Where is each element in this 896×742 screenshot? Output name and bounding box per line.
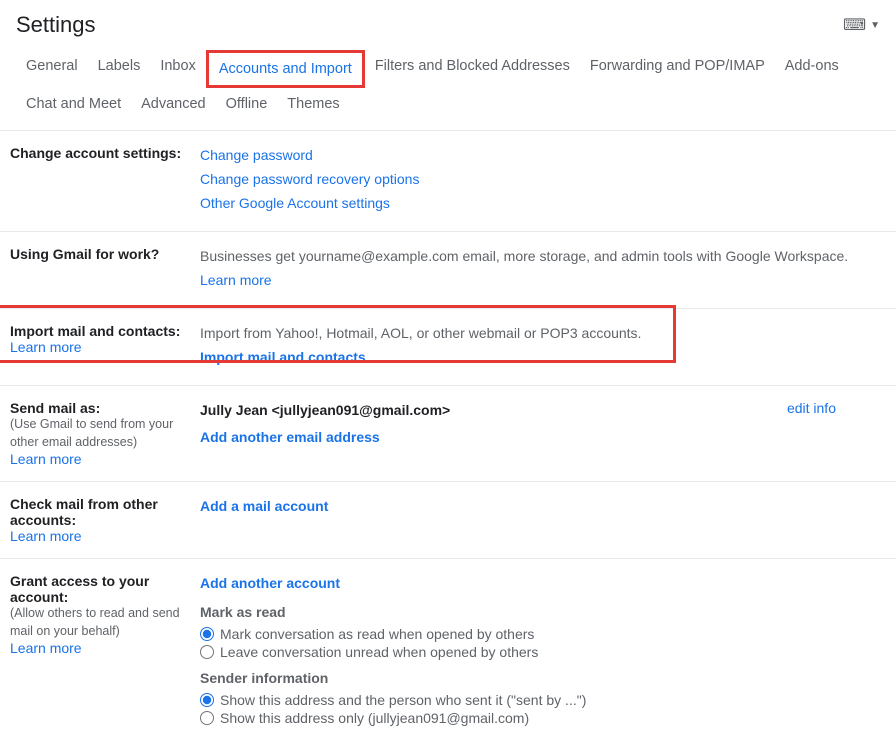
section-check-mail: Check mail from other accounts: Learn mo… (0, 482, 896, 559)
label-check-mail: Check mail from other accounts: (10, 496, 190, 528)
tab-labels[interactable]: Labels (88, 50, 151, 88)
radio-leave-unread[interactable] (200, 645, 214, 659)
link-recovery-options[interactable]: Change password recovery options (200, 171, 419, 187)
tab-forwarding[interactable]: Forwarding and POP/IMAP (580, 50, 775, 88)
label-mark-read-opt1[interactable]: Mark conversation as read when opened by… (220, 626, 534, 642)
link-send-as-learn-more[interactable]: Learn more (10, 451, 82, 467)
link-edit-info[interactable]: edit info (787, 400, 886, 416)
tab-chat-meet[interactable]: Chat and Meet (16, 88, 131, 120)
section-import: Import mail and contacts: Learn more Imp… (0, 309, 896, 386)
radio-show-address-only[interactable] (200, 711, 214, 725)
label-import: Import mail and contacts: (10, 323, 190, 339)
link-add-email-address[interactable]: Add another email address (200, 429, 380, 445)
radio-show-sent-by[interactable] (200, 693, 214, 707)
text-workspace-desc: Businesses get yourname@example.com emai… (200, 246, 886, 267)
label-sender-opt2[interactable]: Show this address only (jullyjean091@gma… (220, 710, 529, 726)
label-change-account: Change account settings: (10, 145, 190, 161)
section-send-mail-as: Send mail as: (Use Gmail to send from yo… (0, 386, 896, 482)
section-change-account: Change account settings: Change password… (0, 131, 896, 232)
label-sender-info: Sender information (200, 670, 886, 686)
link-other-settings[interactable]: Other Google Account settings (200, 195, 390, 211)
link-change-password[interactable]: Change password (200, 147, 313, 163)
chevron-down-icon: ▼ (870, 20, 880, 31)
tab-advanced[interactable]: Advanced (131, 88, 216, 120)
label-grant-access: Grant access to your account: (10, 573, 190, 605)
keyboard-icon: ⌨ (843, 15, 866, 35)
sub-send-as: (Use Gmail to send from your other email… (10, 416, 190, 451)
settings-tabs: General Labels Inbox Accounts and Import… (0, 46, 896, 120)
tab-inbox[interactable]: Inbox (150, 50, 205, 88)
tab-themes[interactable]: Themes (277, 88, 349, 120)
input-tools-menu[interactable]: ⌨ ▼ (843, 15, 880, 35)
radio-mark-read[interactable] (200, 627, 214, 641)
section-gmail-work: Using Gmail for work? Businesses get you… (0, 232, 896, 309)
tab-filters[interactable]: Filters and Blocked Addresses (365, 50, 580, 88)
tab-addons[interactable]: Add-ons (775, 50, 849, 88)
section-grant-access: Grant access to your account: (Allow oth… (0, 559, 896, 742)
link-add-mail-account[interactable]: Add a mail account (200, 498, 328, 514)
tab-accounts-import[interactable]: Accounts and Import (206, 50, 365, 88)
page-title: Settings (16, 12, 96, 38)
link-grant-learn-more[interactable]: Learn more (10, 640, 82, 656)
link-import-learn-more[interactable]: Learn more (10, 339, 82, 355)
sub-grant-access: (Allow others to read and send mail on y… (10, 605, 190, 640)
label-gmail-work: Using Gmail for work? (10, 246, 190, 262)
text-import-desc: Import from Yahoo!, Hotmail, AOL, or oth… (200, 323, 886, 344)
link-add-another-account[interactable]: Add another account (200, 575, 340, 591)
text-send-as-identity: Jully Jean <jullyjean091@gmail.com> (200, 402, 450, 418)
link-check-mail-learn-more[interactable]: Learn more (10, 528, 82, 544)
link-work-learn-more[interactable]: Learn more (200, 272, 272, 288)
label-mark-read-opt2[interactable]: Leave conversation unread when opened by… (220, 644, 538, 660)
tab-general[interactable]: General (16, 50, 88, 88)
label-send-as: Send mail as: (10, 400, 190, 416)
link-import-mail-contacts[interactable]: Import mail and contacts (200, 349, 366, 365)
label-sender-opt1[interactable]: Show this address and the person who sen… (220, 692, 586, 708)
label-mark-as-read: Mark as read (200, 604, 886, 620)
tab-offline[interactable]: Offline (216, 88, 278, 120)
